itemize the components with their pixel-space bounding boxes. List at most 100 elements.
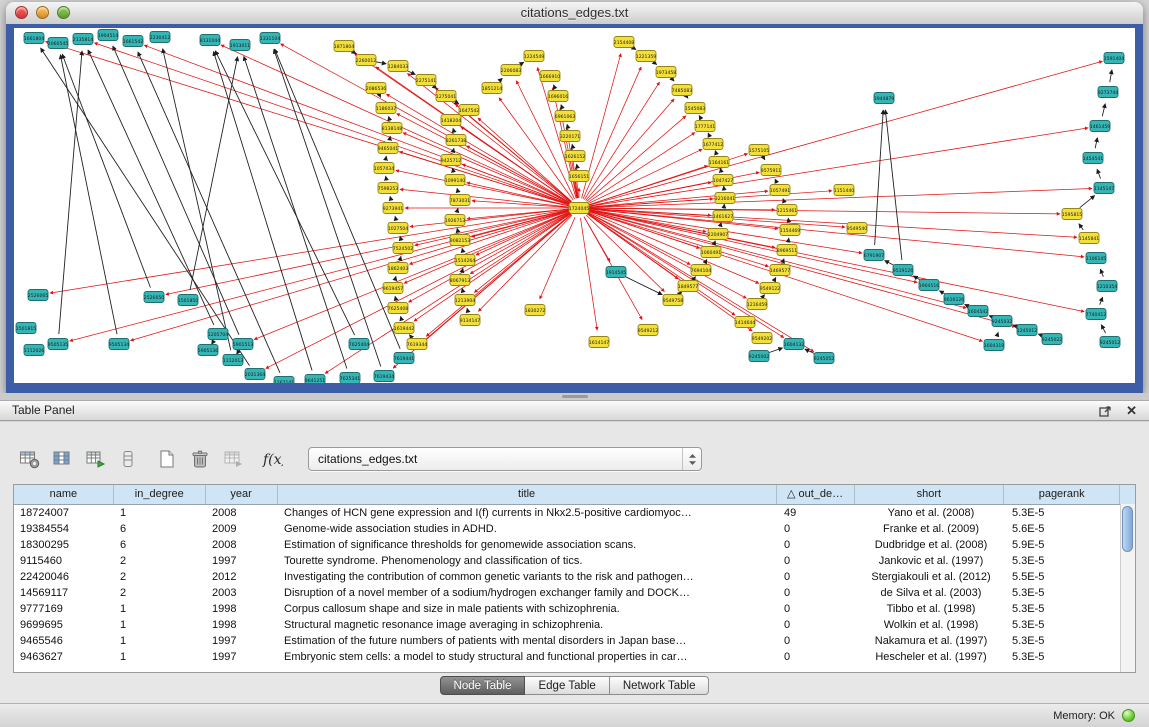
graph-edge[interactable]	[1097, 169, 1100, 178]
graph-edge[interactable]	[94, 43, 569, 205]
table-mode-button[interactable]	[16, 446, 42, 472]
graph-node[interactable]: 9505135	[48, 339, 69, 350]
table-row[interactable]: 1830029562008Estimation of significance …	[14, 537, 1135, 553]
graph-node[interactable]: 1112013	[223, 355, 244, 366]
graph-node[interactable]: 1151440	[834, 185, 855, 196]
graph-edge[interactable]	[244, 56, 347, 368]
graph-node[interactable]: 9245022	[1042, 334, 1063, 345]
column-header-out_de[interactable]: △ out_de…	[777, 485, 855, 504]
graph-node[interactable]: 1862403	[388, 263, 409, 274]
graph-node[interactable]: 8067913	[450, 275, 471, 286]
graph-node[interactable]: 1245012	[1017, 325, 1038, 336]
graph-edge[interactable]	[237, 352, 239, 355]
graph-edge[interactable]	[1102, 104, 1105, 117]
graph-node[interactable]: 1060491	[701, 247, 722, 258]
graph-edge[interactable]	[708, 133, 709, 135]
graph-node[interactable]: 3220171	[560, 131, 581, 142]
table-row[interactable]: 946362711997Embryonic stem cells: a mode…	[14, 649, 1135, 665]
graph-node[interactable]: 1944879	[874, 93, 895, 104]
graph-node[interactable]: 2204907	[708, 229, 729, 240]
graph-edge[interactable]	[875, 110, 884, 245]
graph-edge[interactable]	[70, 211, 570, 341]
graph-node[interactable]: 8969511	[777, 245, 798, 256]
graph-node[interactable]: 7625408	[388, 303, 409, 314]
table-row[interactable]: 977716911998Corpus callosum shape and si…	[14, 601, 1135, 617]
graph-edge[interactable]	[681, 292, 682, 293]
graph-edge[interactable]	[281, 44, 571, 203]
graph-edge[interactable]	[673, 79, 674, 81]
graph-node[interactable]: 1656151	[569, 171, 590, 182]
graph-node[interactable]: 9549202	[752, 333, 773, 344]
graph-node[interactable]: 1849577	[678, 281, 699, 292]
graph-node[interactable]: 9549758	[663, 295, 684, 306]
tab-edge-table[interactable]: Edge Table	[525, 676, 609, 695]
graph-edge[interactable]	[540, 217, 575, 299]
column-header-year[interactable]: year	[206, 485, 278, 504]
graph-node[interactable]: 7524502	[393, 243, 414, 254]
graph-node[interactable]: 6791907	[864, 250, 885, 261]
graph-node[interactable]: 1619442	[394, 323, 415, 334]
graph-node[interactable]: 1057034	[374, 163, 395, 174]
graph-node[interactable]: 2206083	[501, 65, 522, 76]
delete-table-button[interactable]	[187, 446, 213, 472]
graph-node[interactable]: 7625341	[340, 373, 361, 384]
graph-node[interactable]: 1461627	[713, 211, 734, 222]
graph-edge[interactable]	[376, 67, 571, 202]
graph-node[interactable]: 2060545	[48, 38, 69, 49]
graph-node[interactable]: 1186037	[376, 103, 397, 114]
graph-node[interactable]: 9245002	[749, 351, 770, 362]
graph-node[interactable]: 9641251	[305, 375, 326, 384]
graph-edge[interactable]	[414, 214, 571, 322]
show-columns-button[interactable]	[49, 446, 75, 472]
close-panel-icon[interactable]: ✕	[1126, 404, 1137, 417]
graph-edge[interactable]	[939, 291, 945, 294]
graph-node[interactable]: 1604319	[984, 340, 1005, 351]
graph-edge[interactable]	[113, 46, 239, 335]
table-row[interactable]: 2242004622012Investigating the contribut…	[14, 569, 1135, 585]
graph-node[interactable]: 7619441	[394, 353, 415, 364]
column-header-pagerank[interactable]: pagerank	[1004, 485, 1120, 504]
graph-node[interactable]: 1604132	[784, 339, 805, 350]
graph-node[interactable]: 7619434	[374, 371, 395, 382]
graph-edge[interactable]	[470, 213, 570, 274]
graph-edge[interactable]	[376, 62, 386, 64]
table-row[interactable]: 911546021997Tourette syndrome. Phenomeno…	[14, 553, 1135, 569]
graph-edge[interactable]	[1095, 138, 1097, 149]
graph-edge[interactable]	[695, 277, 696, 278]
graph-node[interactable]: 1914545	[606, 267, 627, 278]
graph-node[interactable]: 1677412	[703, 139, 724, 150]
graph-node[interactable]: 1666910	[540, 71, 561, 82]
graph-node[interactable]: 1904516	[919, 280, 940, 291]
graph-edge[interactable]	[214, 51, 313, 370]
graph-edge[interactable]	[768, 348, 782, 353]
graph-node[interactable]: 3216041	[715, 193, 736, 204]
graph-node[interactable]: 1145147	[1094, 183, 1115, 194]
graph-edge[interactable]	[589, 210, 918, 282]
float-panel-icon[interactable]	[1099, 404, 1112, 417]
graph-node[interactable]: 9245012	[1100, 337, 1121, 348]
graph-node[interactable]: 9549540	[847, 223, 868, 234]
graph-node[interactable]: 1661542	[123, 36, 144, 47]
graph-node[interactable]: 1626152	[565, 151, 586, 162]
graph-node[interactable]: 9273744	[1098, 87, 1119, 98]
graph-edge[interactable]	[190, 57, 238, 290]
graph-node[interactable]: 1501815	[16, 323, 37, 334]
graph-edge[interactable]	[997, 332, 998, 335]
graph-edge[interactable]	[715, 151, 716, 154]
graph-edge[interactable]	[409, 213, 571, 302]
graph-edge[interactable]	[212, 342, 214, 345]
graph-node[interactable]: 1414644	[735, 317, 756, 328]
graph-node[interactable]: 1210354	[1097, 281, 1118, 292]
graph-node[interactable]: 1216459	[747, 299, 768, 310]
graph-edge[interactable]	[589, 209, 1084, 257]
graph-node[interactable]: 9519126	[893, 265, 914, 276]
graph-node[interactable]: 1454541	[1083, 153, 1104, 164]
import-table-button[interactable]	[220, 446, 246, 472]
graph-node[interactable]: 7619344	[407, 339, 428, 350]
graph-node[interactable]: 8261738	[446, 135, 467, 146]
graph-node[interactable]: 1904514	[98, 30, 119, 41]
graph-edge[interactable]	[1079, 224, 1083, 230]
graph-edge[interactable]	[476, 212, 570, 255]
graph-node[interactable]: 2526650	[144, 292, 165, 303]
graph-node[interactable]: 1604542	[968, 306, 989, 317]
